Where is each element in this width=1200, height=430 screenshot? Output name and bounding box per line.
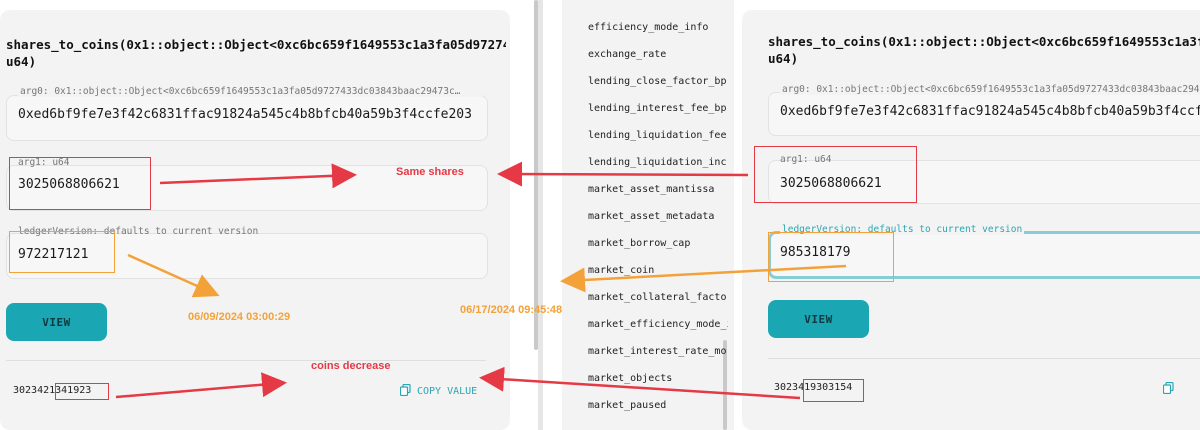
annotation-date-right: 06/17/2024 09:45:48 [460, 304, 563, 316]
annotation-date-left: 06/09/2024 03:00:29 [188, 311, 291, 323]
arrow-coins-right [479, 366, 801, 400]
arrow-ledger-left [127, 253, 220, 298]
arrow-coins-left [115, 372, 287, 399]
arrow-ledger-right [560, 264, 847, 293]
annotation-coins-decrease: coins decrease [311, 360, 391, 372]
annotation-arrows [115, 161, 847, 400]
arrow-same-shares-right [497, 161, 749, 187]
annotation-same-shares: Same shares [396, 166, 464, 178]
arrow-same-shares-left [159, 163, 357, 189]
